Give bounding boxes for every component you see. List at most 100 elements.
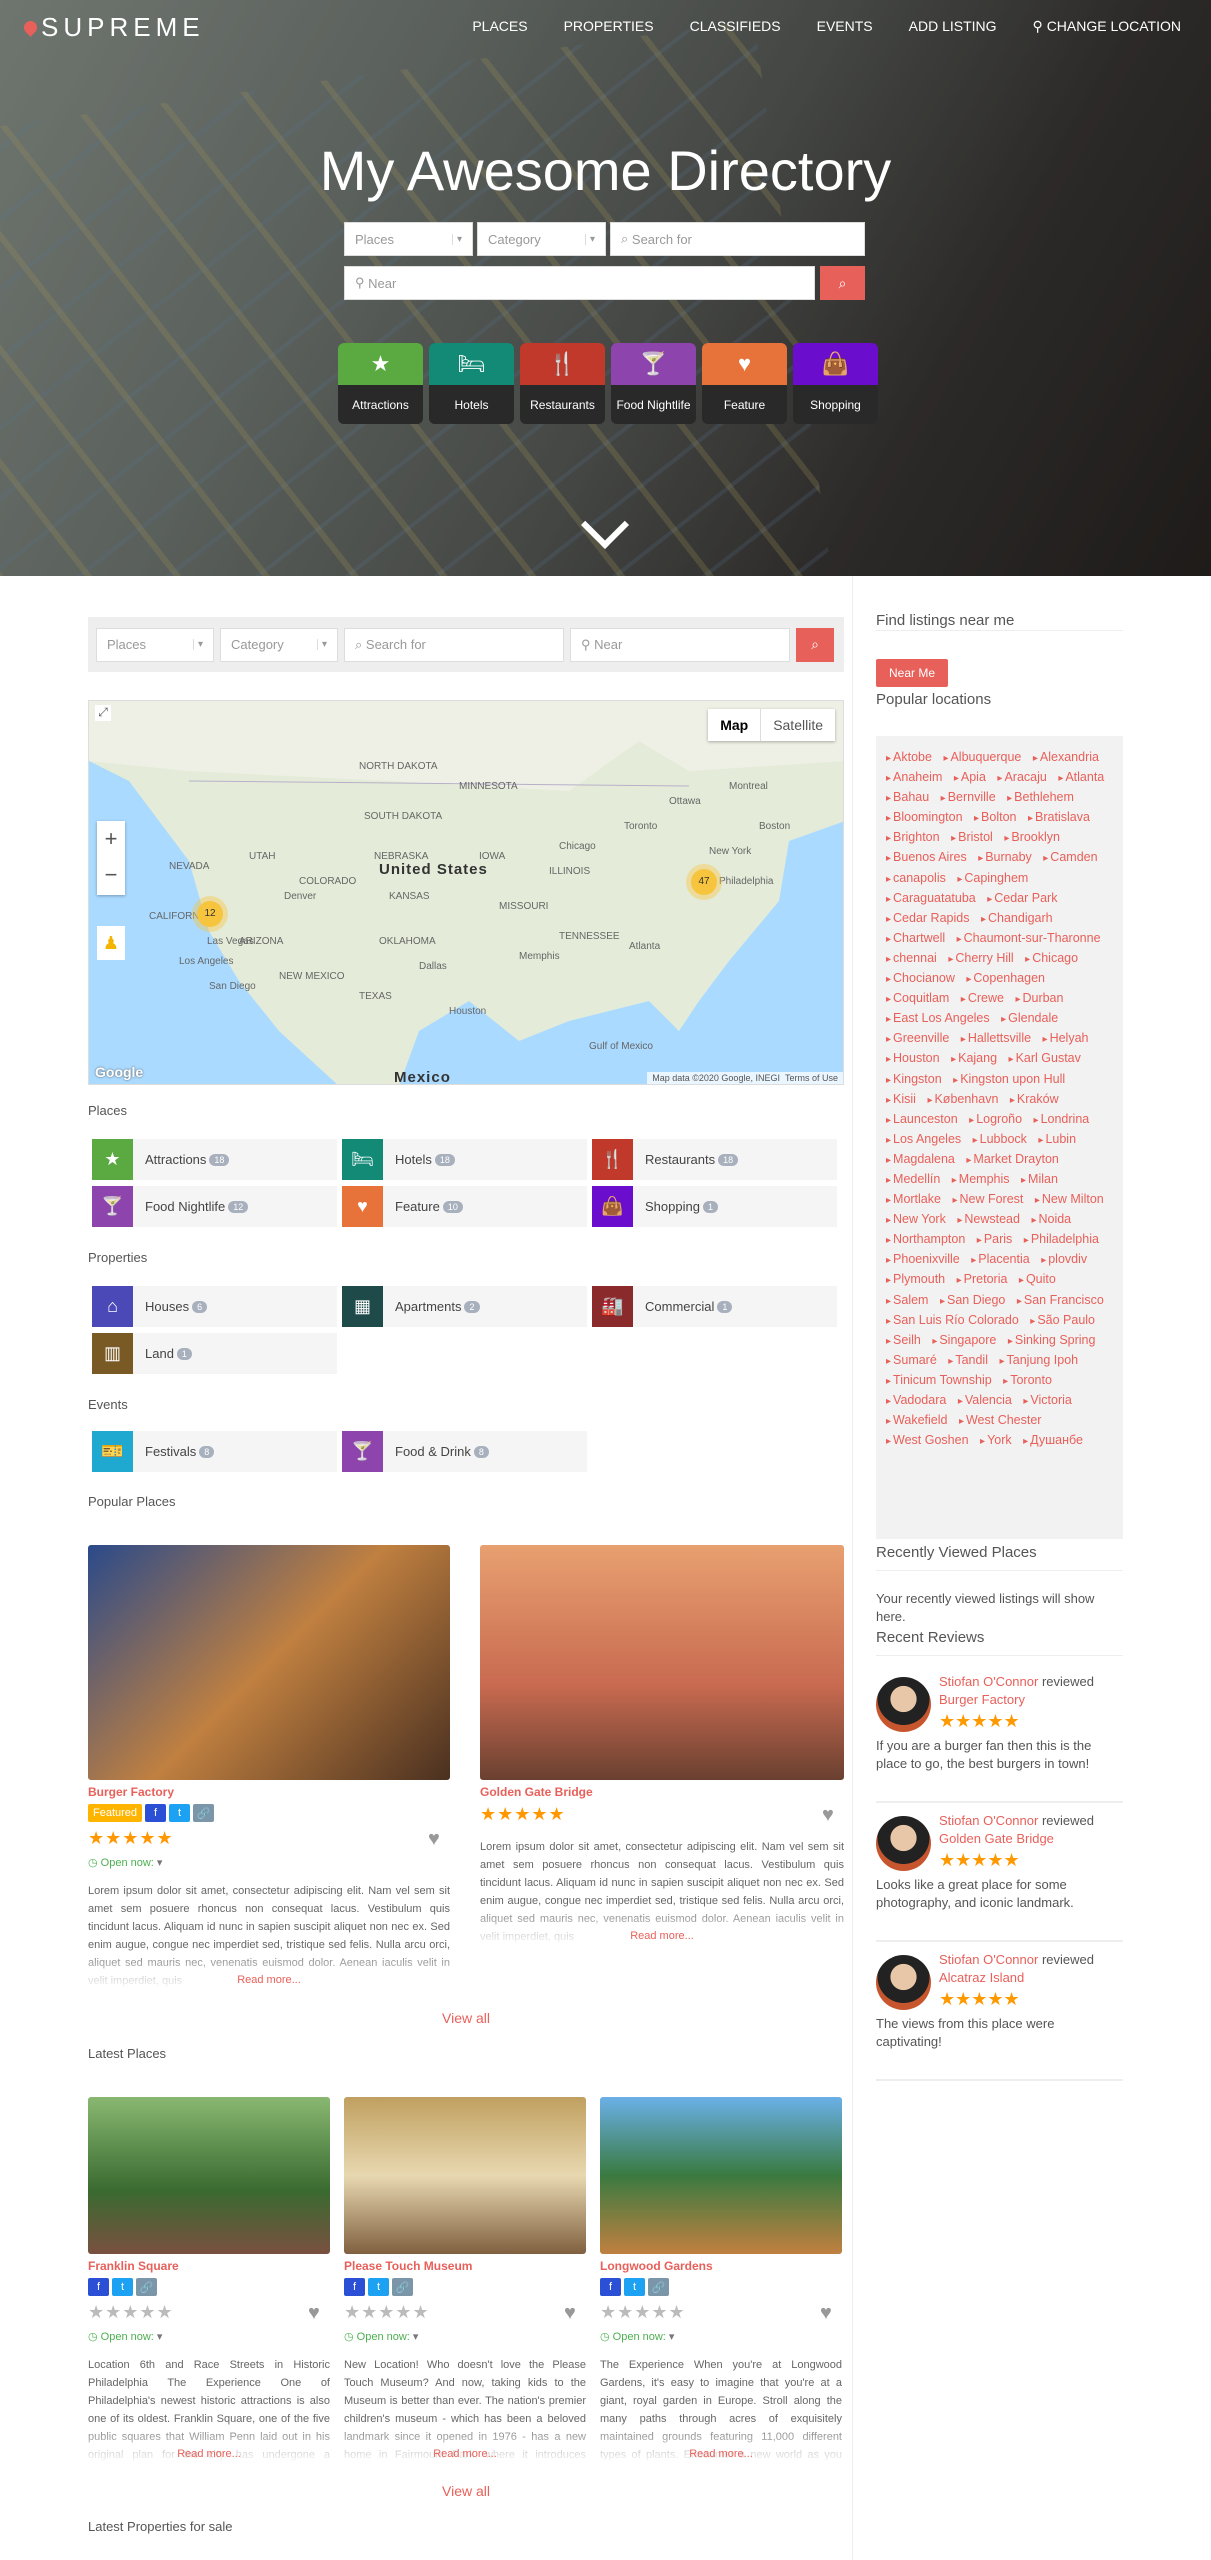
location-link[interactable]: San Luis Río Colorado xyxy=(886,1313,1019,1327)
location-link[interactable]: Los Angeles xyxy=(886,1132,961,1146)
location-link[interactable]: Bolton xyxy=(974,810,1016,824)
post-type-select[interactable]: Places xyxy=(96,627,214,662)
facebook-icon[interactable]: f xyxy=(600,2278,621,2296)
near-input[interactable]: ⚲ Near xyxy=(570,627,790,662)
listing-title[interactable]: Franklin Square xyxy=(88,2259,179,2273)
chevron-down-icon[interactable] xyxy=(580,500,630,550)
location-link[interactable]: Anaheim xyxy=(886,770,942,784)
location-link[interactable]: Capinghem xyxy=(957,871,1028,885)
listing-image[interactable] xyxy=(88,1545,450,1780)
location-link[interactable]: Burnaby xyxy=(978,850,1032,864)
location-link[interactable]: Kraków xyxy=(1010,1092,1059,1106)
street-view-pegman-icon[interactable]: ♟ xyxy=(97,926,125,960)
location-link[interactable]: Wakefield xyxy=(886,1413,947,1427)
location-link[interactable]: Greenville xyxy=(886,1031,949,1045)
logo[interactable]: SUPREME xyxy=(21,12,205,43)
location-link[interactable]: Toronto xyxy=(1003,1373,1052,1387)
hero-category-select[interactable]: Category xyxy=(477,222,606,256)
popular-view-all-link[interactable]: View all xyxy=(88,2010,844,2026)
latest-view-all-link[interactable]: View all xyxy=(88,2483,844,2499)
location-link[interactable]: New Forest xyxy=(952,1192,1023,1206)
facebook-icon[interactable]: f xyxy=(88,2278,109,2296)
link-icon[interactable]: 🔗 xyxy=(136,2278,157,2296)
nav-places[interactable]: PLACES xyxy=(472,18,527,35)
location-link[interactable]: Brighton xyxy=(886,830,940,844)
terms-link[interactable]: Terms of Use xyxy=(785,1073,838,1083)
listing-image[interactable] xyxy=(88,2097,330,2254)
location-link[interactable]: Placentia xyxy=(971,1252,1029,1266)
map-type-map[interactable]: Map xyxy=(708,709,760,741)
listing-image[interactable] xyxy=(344,2097,586,2254)
open-status[interactable]: ◷ Open now: ▾ xyxy=(88,1856,162,1869)
location-link[interactable]: Launceston xyxy=(886,1112,958,1126)
hero-tile-feature[interactable]: ♥ Feature xyxy=(702,343,787,424)
facebook-icon[interactable]: f xyxy=(145,1804,167,1822)
hero-tile-restaurants[interactable]: 🍴 Restaurants xyxy=(520,343,605,424)
category-food-nightlife[interactable]: 🍸 Food Nightlife 12 xyxy=(92,1186,337,1227)
read-more-link[interactable]: Read more... xyxy=(600,2448,842,2460)
review-place-link[interactable]: Alcatraz Island xyxy=(939,1970,1024,1985)
location-link[interactable]: Tanjung Ipoh xyxy=(999,1353,1078,1367)
location-link[interactable]: Apia xyxy=(954,770,986,784)
zoom-in-button[interactable]: + xyxy=(97,821,125,857)
location-link[interactable]: Bernville xyxy=(941,790,996,804)
location-link[interactable]: Buenos Aires xyxy=(886,850,967,864)
hero-tile-food-nightlife[interactable]: 🍸 Food Nightlife xyxy=(611,343,696,424)
favorite-heart-icon[interactable]: ♥ xyxy=(308,2302,320,2325)
location-link[interactable]: Bratislava xyxy=(1028,810,1090,824)
category-shopping[interactable]: 👜 Shopping 1 xyxy=(592,1186,837,1227)
location-link[interactable]: Atlanta xyxy=(1058,770,1104,784)
nav-events[interactable]: EVENTS xyxy=(817,18,873,35)
location-link[interactable]: Bahau xyxy=(886,790,929,804)
listing-image[interactable] xyxy=(480,1545,844,1780)
location-link[interactable]: Brooklyn xyxy=(1004,830,1060,844)
location-link[interactable]: Bristol xyxy=(951,830,993,844)
nav-classifieds[interactable]: CLASSIFIEDS xyxy=(690,18,781,35)
location-link[interactable]: Newstead xyxy=(957,1212,1020,1226)
open-status[interactable]: ◷ Open now: ▾ xyxy=(88,2330,162,2343)
location-link[interactable]: San Francisco xyxy=(1017,1293,1104,1307)
location-link[interactable]: Lubin xyxy=(1038,1132,1076,1146)
category-attractions[interactable]: ★ Attractions 18 xyxy=(92,1139,337,1180)
nav-add-listing[interactable]: ADD LISTING xyxy=(909,18,997,35)
location-link[interactable]: Copenhagen xyxy=(966,971,1045,985)
review-place-link[interactable]: Golden Gate Bridge xyxy=(939,1831,1054,1846)
location-link[interactable]: Душанбе xyxy=(1023,1433,1083,1447)
favorite-heart-icon[interactable]: ♥ xyxy=(822,1804,834,1827)
category-feature[interactable]: ♥ Feature 10 xyxy=(342,1186,587,1227)
location-link[interactable]: Phoenixville xyxy=(886,1252,960,1266)
link-icon[interactable]: 🔗 xyxy=(193,1804,215,1822)
location-link[interactable]: Caraguatatuba xyxy=(886,891,976,905)
location-link[interactable]: Logroño xyxy=(969,1112,1022,1126)
location-link[interactable]: Camden xyxy=(1043,850,1097,864)
location-link[interactable]: Karl Gustav xyxy=(1009,1051,1081,1065)
location-link[interactable]: Crewe xyxy=(961,991,1004,1005)
link-icon[interactable]: 🔗 xyxy=(648,2278,669,2296)
location-link[interactable]: Chartwell xyxy=(886,931,945,945)
zoom-out-button[interactable]: − xyxy=(97,857,125,893)
location-link[interactable]: Tinicum Township xyxy=(886,1373,992,1387)
location-link[interactable]: Milan xyxy=(1021,1172,1058,1186)
location-link[interactable]: Paris xyxy=(977,1232,1013,1246)
hero-search-input[interactable]: ⌕ Search for xyxy=(610,222,865,256)
location-link[interactable]: Noida xyxy=(1031,1212,1071,1226)
open-status[interactable]: ◷ Open now: ▾ xyxy=(344,2330,418,2343)
listing-title[interactable]: Please Touch Museum xyxy=(344,2259,472,2273)
location-link[interactable]: São Paulo xyxy=(1030,1313,1095,1327)
favorite-heart-icon[interactable]: ♥ xyxy=(820,2302,832,2325)
fullscreen-icon[interactable]: ⤢ xyxy=(95,705,111,721)
open-status[interactable]: ◷ Open now: ▾ xyxy=(600,2330,674,2343)
location-link[interactable]: Salem xyxy=(886,1293,928,1307)
read-more-link[interactable]: Read more... xyxy=(480,1930,844,1942)
location-link[interactable]: Quito xyxy=(1019,1272,1056,1286)
review-author-link[interactable]: Stiofan O'Connor xyxy=(939,1674,1038,1689)
location-link[interactable]: Victoria xyxy=(1023,1393,1072,1407)
category-commercial[interactable]: 🏭 Commercial 1 xyxy=(592,1286,837,1327)
facebook-icon[interactable]: f xyxy=(344,2278,365,2296)
location-link[interactable]: Chaumont-sur-Tharonne xyxy=(957,931,1101,945)
category-food-drink[interactable]: 🍸 Food & Drink 8 xyxy=(342,1431,587,1472)
category-hotels[interactable]: 🛏 Hotels 18 xyxy=(342,1139,587,1180)
location-link[interactable]: Northampton xyxy=(886,1232,965,1246)
location-link[interactable]: West Goshen xyxy=(886,1433,969,1447)
category-apartments[interactable]: ▦ Apartments 2 xyxy=(342,1286,587,1327)
